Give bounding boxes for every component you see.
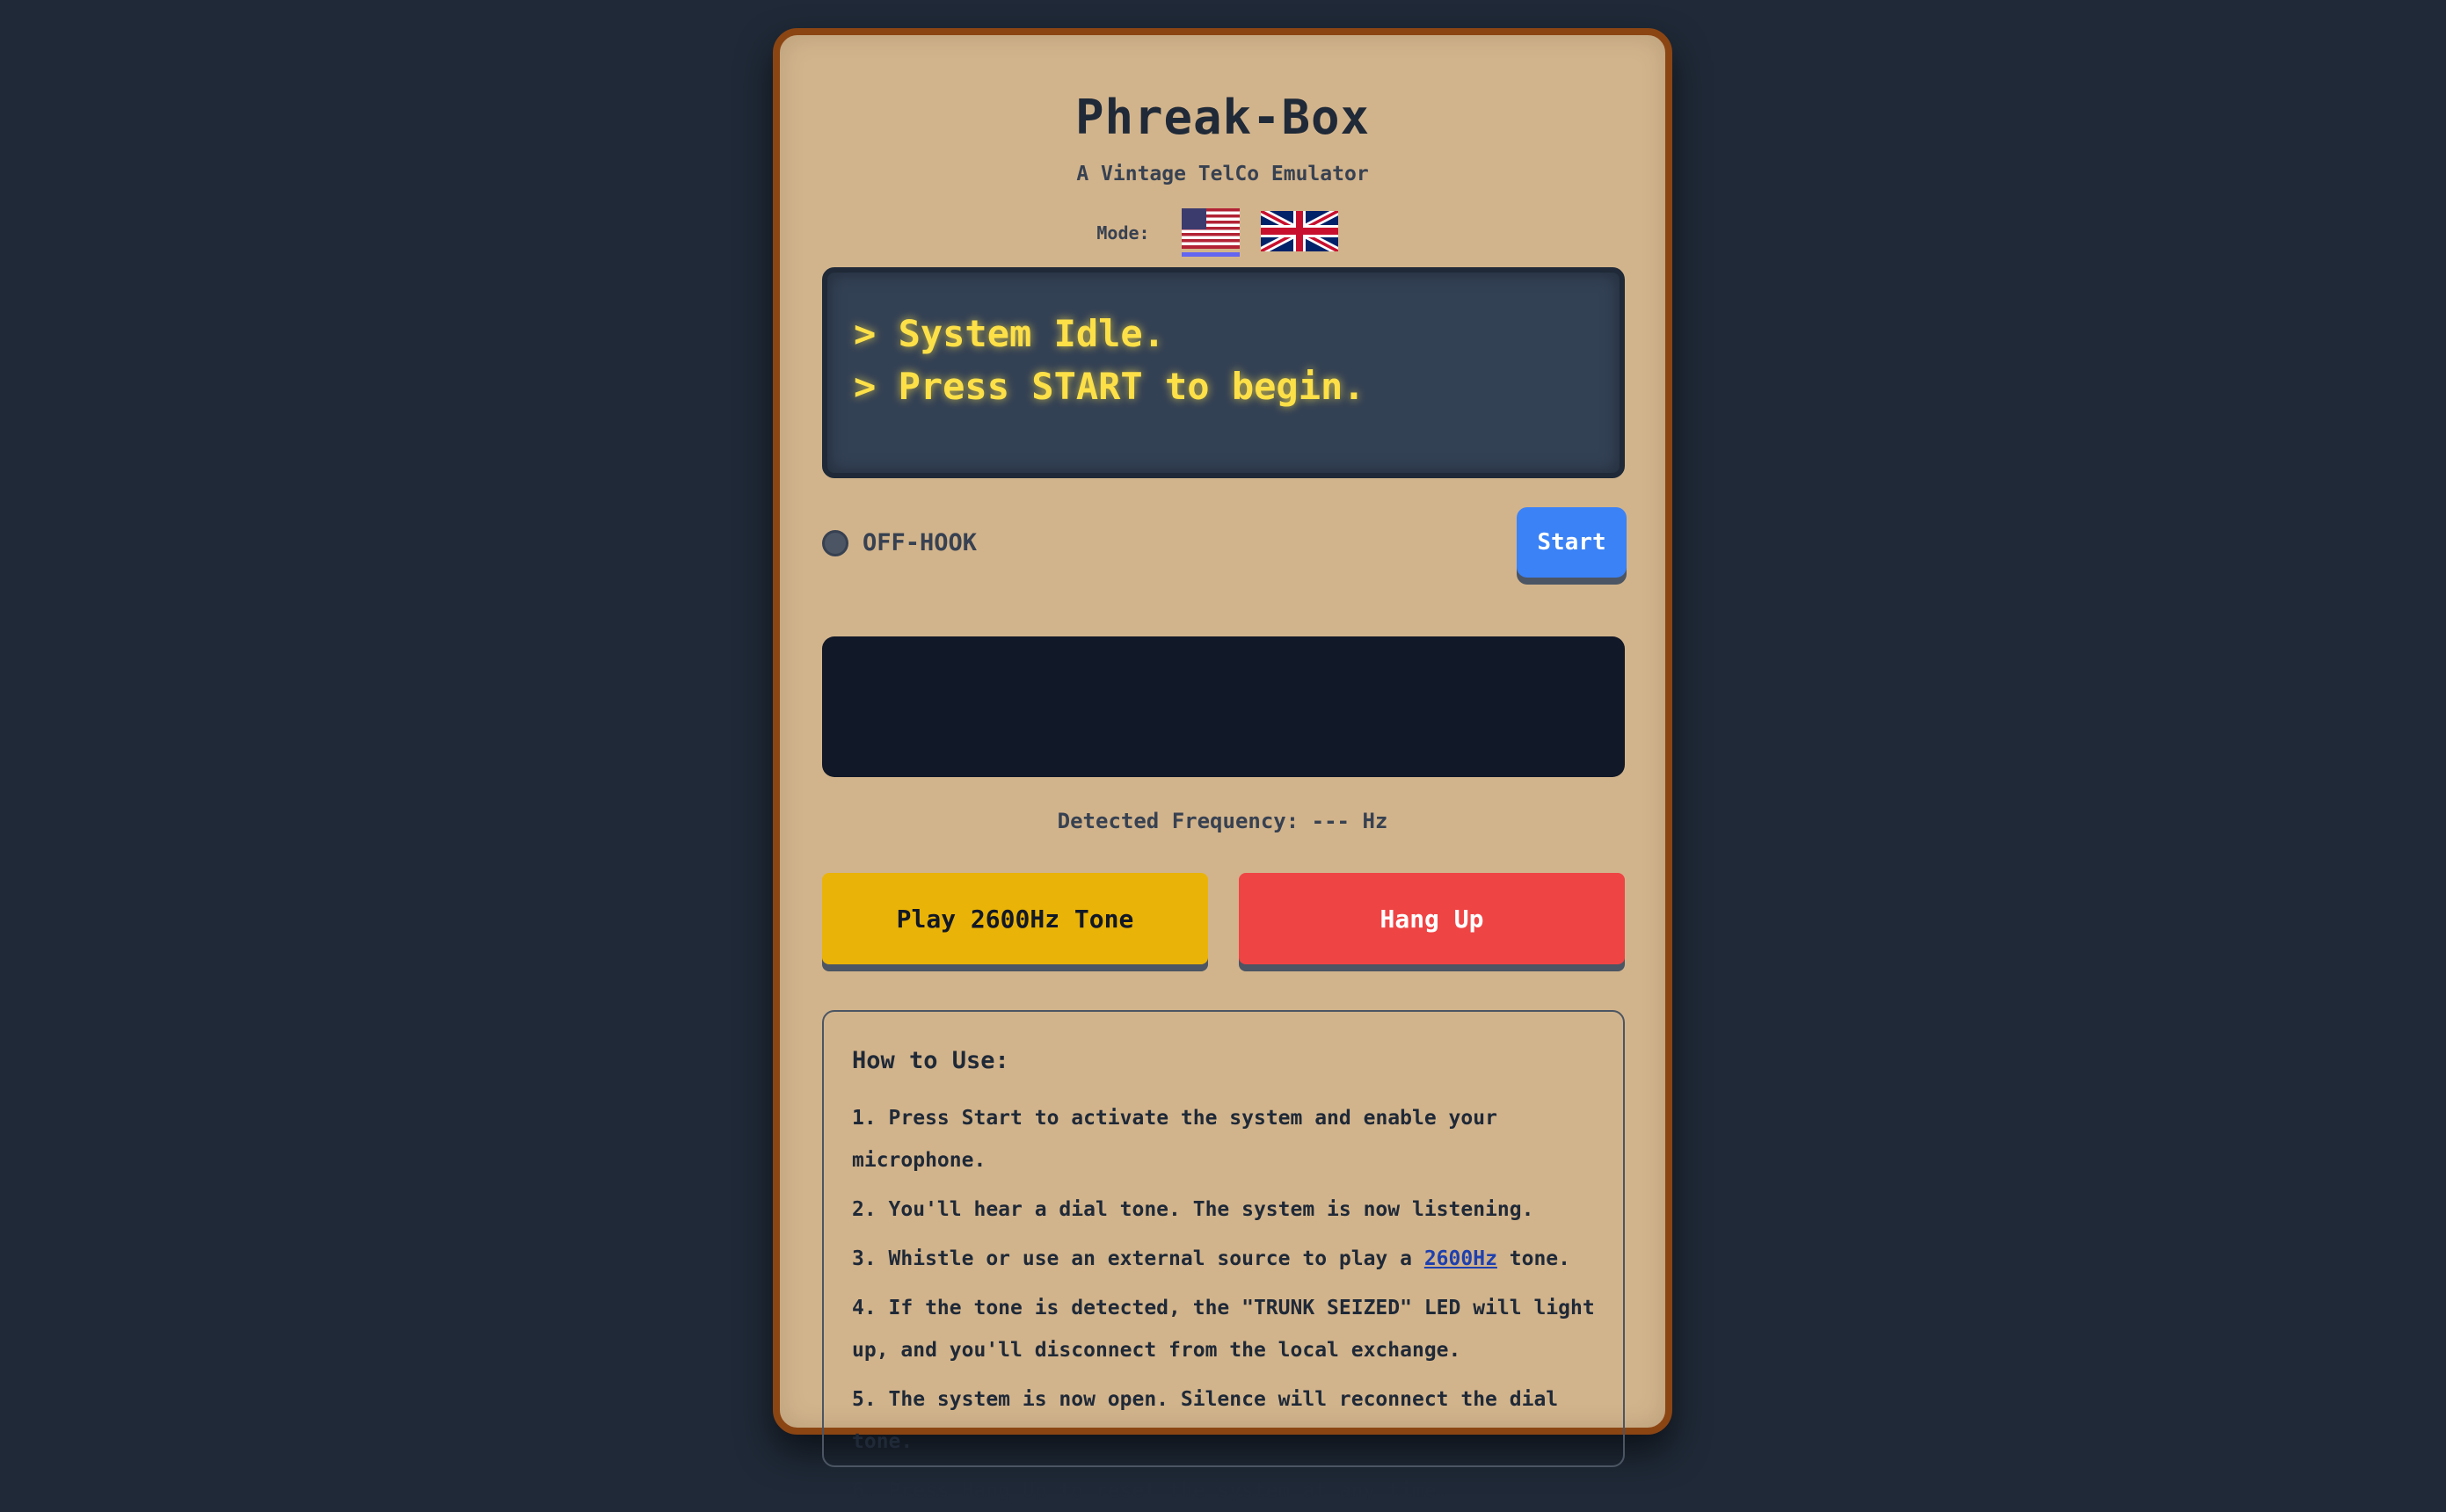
instruction-step-6: 6. Press Hang Up to reset the system at … (852, 1470, 1597, 1512)
step-text: to reset the system at any time. (1046, 1479, 1449, 1502)
status-display: > System Idle. > Press START to begin. (822, 267, 1625, 478)
app-title: Phreak-Box (1074, 90, 1371, 145)
instruction-step-1: 1. Press Start to activate the system an… (852, 1097, 1597, 1181)
app-subtitle: A Vintage TelCo Emulator (1076, 163, 1369, 185)
display-line-1: > System Idle. (854, 312, 1166, 355)
play-tone-button[interactable]: Play 2600Hz Tone (822, 873, 1208, 964)
how-to-use-heading: How to Use: (852, 1047, 1009, 1074)
detected-frequency: Detected Frequency: --- Hz (1057, 809, 1388, 833)
step-text: 1. Press (852, 1107, 962, 1130)
start-button[interactable]: Start (1517, 507, 1627, 578)
instructions-list: 1. Press Start to activate the system an… (852, 1097, 1597, 1512)
off-hook-label: OFF-HOOK (863, 529, 978, 556)
off-hook-indicator: OFF-HOOK (822, 529, 977, 556)
frequency-visualizer (822, 636, 1625, 777)
instruction-step-4: 4. If the tone is detected, the "TRUNK S… (852, 1297, 1595, 1362)
uk-flag-icon[interactable] (1258, 207, 1340, 255)
off-hook-led-icon (822, 529, 848, 556)
instruction-step-3: 3. Whistle or use an external source to … (852, 1238, 1597, 1280)
phreak-box-panel: Phreak-Box A Vintage TelCo Emulator Mode… (773, 28, 1672, 1502)
mode-label: Mode: (1096, 222, 1150, 244)
step-text: 6. Press (852, 1479, 962, 1502)
hang-up-button[interactable]: Hang Up (1239, 873, 1625, 964)
display-line-2: > Press START to begin. (854, 365, 1365, 408)
instruction-step-2: 2. You'll hear a dial tone. The system i… (852, 1198, 1534, 1221)
instruction-step-5: 5. The system is now open. Silence will … (852, 1388, 1559, 1453)
step-keyword: Start (961, 1107, 1023, 1130)
us-flag-icon[interactable] (1181, 208, 1240, 257)
how-to-use-panel: How to Use: 1. Press Start to activate t… (822, 1010, 1625, 1502)
step-text: 3. Whistle or use an external source to … (852, 1247, 1424, 1270)
2600hz-link[interactable]: 2600Hz (1424, 1247, 1497, 1270)
step-keyword: Hang Up (961, 1479, 1047, 1502)
mode-selector: Mode: (780, 207, 1665, 257)
step-text: tone. (1496, 1247, 1571, 1270)
